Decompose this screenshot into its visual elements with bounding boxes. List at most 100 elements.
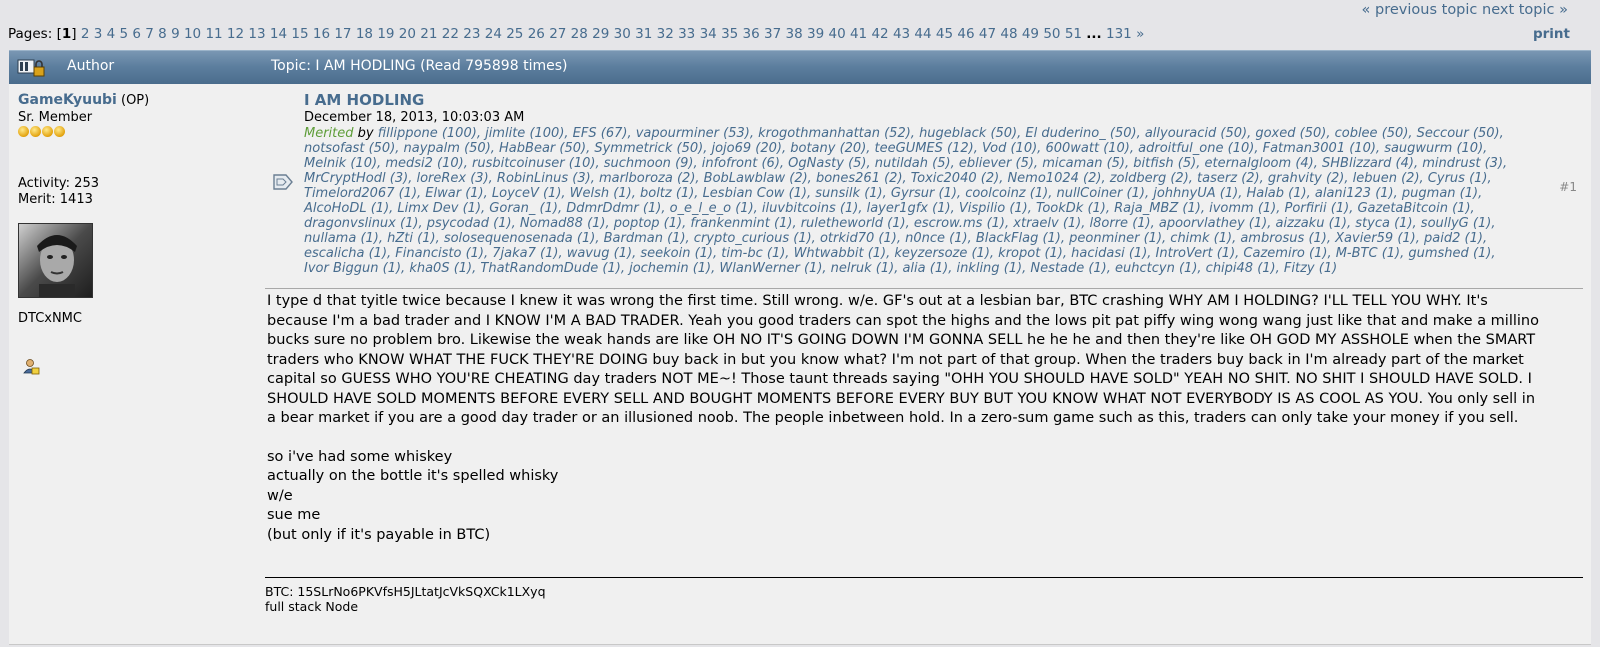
merit-user-link[interactable]: Limx Dev [397,201,458,216]
merit-user-link[interactable]: infofront [702,156,758,171]
page-link[interactable]: 12 [227,26,244,42]
merit-user-link[interactable]: nullCoiner [1056,186,1122,201]
merit-user-link[interactable]: vapourminer [636,126,719,141]
page-link[interactable]: 3 [94,26,103,42]
merit-user-link[interactable]: hZti [387,231,413,246]
page-link[interactable]: 24 [485,26,502,42]
page-link[interactable]: 37 [764,26,781,42]
merit-user-link[interactable]: euhctcyn [1115,261,1175,276]
merit-user-link[interactable]: LoyceV [492,186,539,201]
merit-user-link[interactable]: AlcoHoDL [304,201,367,216]
merit-user-link[interactable]: kropot [998,246,1040,261]
merit-user-link[interactable]: tim-bc [721,246,762,261]
merit-user-link[interactable]: seekoin [640,246,690,261]
merit-user-link[interactable]: l8orre [1090,216,1129,231]
page-link[interactable]: 7 [145,26,154,42]
merit-user-link[interactable]: EFS [573,126,597,141]
merit-user-link[interactable]: medsi2 [385,156,433,171]
merit-user-link[interactable]: solosequenosenada [444,231,573,246]
merit-user-link[interactable]: zoldberg [1110,171,1167,186]
merit-user-link[interactable]: aizzaku [1275,216,1324,231]
merit-user-link[interactable]: Gyrsur [891,186,934,201]
page-link[interactable]: 42 [871,26,888,42]
page-link[interactable]: 18 [356,26,373,42]
page-link[interactable]: 48 [1000,26,1017,42]
merit-user-link[interactable]: Halab [1246,186,1284,201]
merit-user-link[interactable]: Fitzy [1284,261,1315,276]
merit-user-link[interactable]: notsofast [304,141,364,156]
merit-user-link[interactable]: ambrosus [1240,231,1304,246]
merit-user-link[interactable]: HabBear [499,141,555,156]
merit-user-link[interactable]: El duderino_ [1025,126,1105,141]
page-link[interactable]: 39 [807,26,824,42]
merit-user-link[interactable]: ebliever [959,156,1012,171]
merit-user-link[interactable]: teeGUMES [875,141,943,156]
merit-user-link[interactable]: grahvity [1268,171,1322,186]
merit-user-link[interactable]: WlanWerner [719,261,799,276]
page-link[interactable]: 33 [678,26,695,42]
merit-user-link[interactable]: frankenmint [690,216,770,231]
merit-user-link[interactable]: alani123 [1315,186,1371,201]
merit-user-link[interactable]: bones261 [816,171,880,186]
merit-user-link[interactable]: n0nce [905,231,945,246]
merit-user-link[interactable]: M-BTC [1336,246,1378,261]
merit-user-link[interactable]: peonminer [1069,231,1139,246]
page-link[interactable]: 32 [657,26,674,42]
merit-user-link[interactable]: wavug [567,246,610,261]
merit-user-link[interactable]: psycodad [427,216,489,231]
merit-user-link[interactable]: nutildah [875,156,928,171]
merit-user-link[interactable]: Lesbian Cow [703,186,785,201]
page-link[interactable]: 41 [850,26,867,42]
page-link[interactable]: 28 [571,26,588,42]
merit-user-link[interactable]: naypalm [404,141,460,156]
merit-user-link[interactable]: micaman [1042,156,1102,171]
post-number-link[interactable]: #1 [1559,180,1577,194]
merit-user-link[interactable]: Elwar [425,186,461,201]
merit-user-link[interactable]: Porfirii [1285,201,1327,216]
merit-user-link[interactable]: Goran_ [489,201,535,216]
merit-user-link[interactable]: chipi48 [1206,261,1253,276]
page-link[interactable]: 21 [420,26,437,42]
merit-user-link[interactable]: Toxic2040 [911,171,977,186]
merit-user-link[interactable]: Timelord2067 [304,186,394,201]
page-link[interactable]: 35 [721,26,738,42]
merit-user-link[interactable]: ThatRandomDude [480,261,598,276]
merit-user-link[interactable]: nullama [304,231,356,246]
next-page-link[interactable]: » [1136,26,1144,42]
page-link[interactable]: 5 [120,26,129,42]
merit-user-link[interactable]: OgNasty [788,156,844,171]
merit-user-link[interactable]: Melnik [304,156,346,171]
page-link[interactable]: 9 [171,26,180,42]
page-link[interactable]: 13 [248,26,265,42]
merit-user-link[interactable]: apoorvlathey [1159,216,1245,231]
merit-user-link[interactable]: marlboroza [599,171,673,186]
merit-user-link[interactable]: nelruk [831,261,872,276]
merit-user-link[interactable]: Welsh [570,186,609,201]
page-link[interactable]: 4 [107,26,116,42]
page-link[interactable]: 46 [957,26,974,42]
merit-user-link[interactable]: sunsilk [815,186,860,201]
merit-user-link[interactable]: GazetaBitcoin [1357,201,1448,216]
merit-user-link[interactable]: BobLawblaw [704,171,785,186]
merit-user-link[interactable]: coolcoinz [965,186,1025,201]
merit-user-link[interactable]: hugeblack [919,126,986,141]
page-link[interactable]: 6 [132,26,141,42]
merit-user-link[interactable]: mindrust [1422,156,1480,171]
merit-user-link[interactable]: paid2 [1424,231,1460,246]
merit-user-link[interactable]: fillippone [378,126,438,141]
page-link[interactable]: 45 [936,26,953,42]
user-profile-icon[interactable] [22,358,40,376]
merit-user-link[interactable]: adroitful_one [1138,141,1223,156]
merit-user-link[interactable]: pugman [1402,186,1456,201]
merit-user-link[interactable]: styca [1355,216,1390,231]
merit-user-link[interactable]: allyouracid [1145,126,1216,141]
merit-user-link[interactable]: gumshed [1408,246,1468,261]
merit-user-link[interactable]: ruletheworld [801,216,883,231]
merit-user-link[interactable]: xtraelv [1013,216,1058,231]
poster-name-link[interactable]: GameKyuubi [18,92,117,108]
merit-user-link[interactable]: escalicha [304,246,364,261]
page-link[interactable]: 14 [270,26,287,42]
merit-user-link[interactable]: taserz [1197,171,1237,186]
next-topic-link[interactable]: next topic » [1482,2,1568,18]
merit-user-link[interactable]: kha0S [409,261,449,276]
